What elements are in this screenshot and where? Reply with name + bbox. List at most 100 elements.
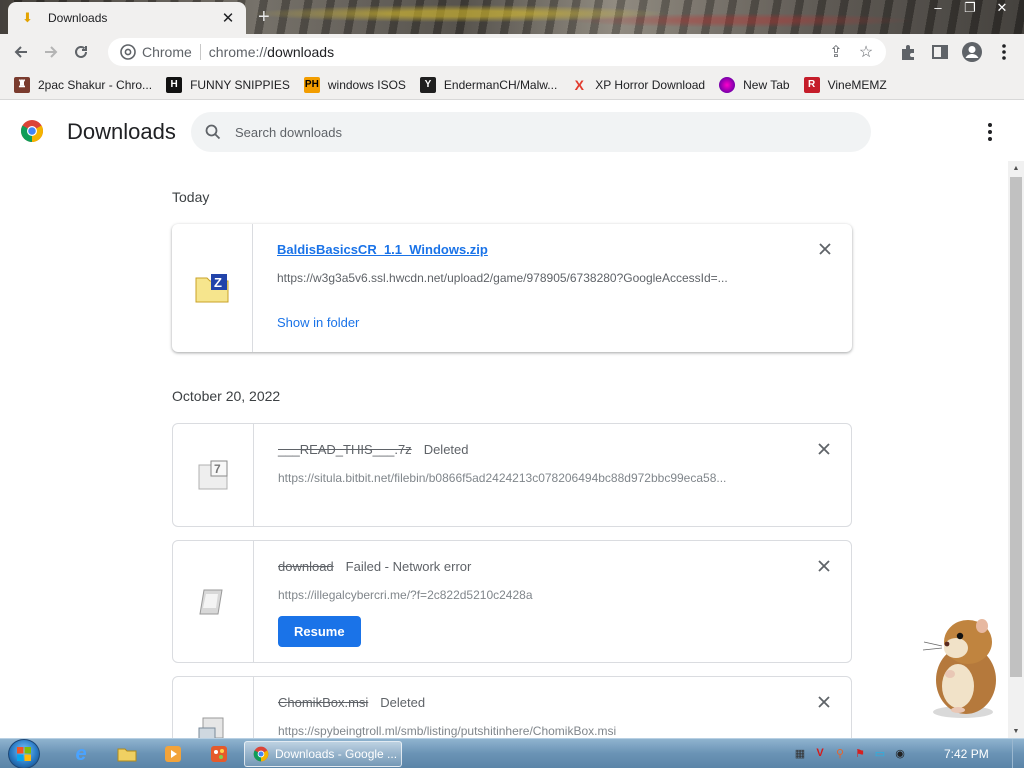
reload-icon [75,45,87,58]
back-button[interactable] [6,37,36,67]
taskbar-window-title: Downloads - Google ... [275,747,398,761]
scroll-down-arrow-icon[interactable]: ▼ [1008,724,1024,738]
download-item: ChomikBox.msi Deleted https://spybeingtr… [172,676,852,738]
download-item: download Failed - Network error https://… [172,540,852,663]
bookmark-label: XP Horror Download [595,77,706,92]
download-icon-cell: 7 [173,424,254,526]
h-favicon-icon: H [166,76,183,93]
generic-file-icon [199,589,223,614]
share-icon[interactable]: ⇪ [826,42,846,62]
download-details: download Failed - Network error https://… [254,541,851,662]
extensions-puzzle-icon[interactable] [896,38,920,66]
window-controls: – ❐ ✕ [922,0,1018,16]
remove-item-close-icon[interactable] [815,440,833,458]
site-chip[interactable]: Chrome [120,44,192,60]
svg-text:7: 7 [214,462,221,476]
bookmark-label: New Tab [743,77,790,92]
download-item: Z BaldisBasicsCR_1.1_Windows.zip https:/… [172,224,852,352]
downloads-list: Today Z BaldisBasicsCR_1.1_Windows.zip h… [0,161,1008,738]
search-tray-icon[interactable]: ⚲ [832,744,848,762]
bookmark-star-icon[interactable]: ☆ [856,42,876,62]
download-icon-cell [173,541,254,662]
bookmark-vinememz[interactable]: R VineMEMZ [803,76,887,93]
ph-favicon-icon: PH [303,76,320,93]
source-url[interactable]: https://situla.bitbit.net/filebin/b0866f… [278,471,778,485]
side-panel-icon[interactable] [928,38,952,66]
close-window-button[interactable]: ✕ [986,0,1018,16]
network-tray-icon[interactable]: ▦ [792,744,808,762]
file-line: BaldisBasicsCR_1.1_Windows.zip [277,242,828,257]
bookmark-label: EndermanCH/Malw... [443,77,558,92]
reload-button[interactable] [66,37,96,67]
chrome-taskbar-icon [253,746,269,762]
chrome-icon [120,44,136,60]
date-header-today: Today [172,189,210,205]
paint-icon[interactable] [202,742,236,766]
x-favicon-icon: X [574,76,584,93]
source-url[interactable]: https://spybeingtroll.ml/smb/listing/put… [278,724,778,738]
profile-avatar-icon[interactable] [960,38,984,66]
taskbar-clock[interactable]: 7:42 PM [944,747,989,761]
volume-tray-icon[interactable]: ◉ [892,744,908,762]
bookmark-endermanch[interactable]: Y EndermanCH/Malw... [419,76,558,93]
source-url[interactable]: https://w3g3a5v6.ssl.hwcdn.net/upload2/g… [277,271,777,285]
page-scrollbar[interactable]: ▲ ▼ [1008,161,1024,738]
hamster-desktop-pet[interactable] [918,612,1008,722]
date-header-oct-20: October 20, 2022 [172,388,281,404]
flag-tray-icon[interactable]: ⚑ [852,744,868,762]
show-in-folder-link[interactable]: Show in folder [277,315,359,330]
scrollbar-thumb[interactable] [1010,177,1022,677]
source-url[interactable]: https://illegalcybercri.me/?f=2c822d5210… [278,588,778,602]
windows-logo-icon [17,747,31,761]
internet-explorer-icon[interactable]: e [64,742,98,766]
remove-item-close-icon[interactable] [816,240,834,258]
address-separator [199,44,201,60]
new-tab-button[interactable]: + [258,6,270,28]
file-name: ___READ_THIS___.7z [278,442,412,457]
search-input[interactable] [235,124,835,140]
tab-downloads[interactable]: ⬇ Downloads ✕ [8,2,246,34]
url-scheme: chrome:// [208,44,268,60]
remove-item-close-icon[interactable] [815,557,833,575]
minimize-button[interactable]: – [922,0,954,16]
more-actions-icon[interactable] [980,121,1000,143]
bookmark-new-tab[interactable]: New Tab [719,76,790,93]
scroll-up-arrow-icon[interactable]: ▲ [1008,161,1024,175]
show-desktop-button[interactable] [1012,739,1024,768]
tab-close-icon[interactable]: ✕ [220,9,236,27]
forward-button[interactable] [36,37,66,67]
new-tab-favicon-icon [719,76,736,93]
address-bar[interactable]: Chrome chrome://downloads ⇪ ☆ [108,38,886,66]
bookmark-xp-horror[interactable]: X XP Horror Download [571,76,706,93]
bookmark-label: 2pac Shakur - Chro... [38,77,153,92]
2pac-favicon-icon: ♜ [14,76,30,93]
chrome-logo-icon [21,120,43,142]
page-title: Downloads [67,119,176,144]
monitor-tray-icon[interactable]: ▭ [872,744,888,762]
file-name-link[interactable]: BaldisBasicsCR_1.1_Windows.zip [277,242,488,257]
antivirus-tray-icon[interactable]: V [812,744,828,762]
remove-item-close-icon[interactable] [815,693,833,711]
url-text: chrome://downloads [209,44,334,60]
installer-icon [198,717,224,738]
resume-button[interactable]: Resume [278,616,361,647]
file-explorer-icon[interactable] [110,742,144,766]
status-text: Failed - Network error [345,559,472,574]
status-text: Deleted [423,442,469,457]
7z-file-icon: 7 [198,460,228,490]
y-favicon-icon: Y [419,76,436,93]
chrome-menu-icon[interactable] [992,38,1016,66]
file-name: ChomikBox.msi [278,695,369,710]
bookmark-label: FUNNY SNIPPIES [190,77,290,92]
bookmark-funny-snippies[interactable]: H FUNNY SNIPPIES [166,76,290,93]
search-downloads-box[interactable] [191,112,871,152]
download-favicon-icon: ⬇ [22,10,33,25]
search-icon [205,124,221,140]
bookmark-windows-isos[interactable]: PH windows ISOS [303,76,406,93]
start-button[interactable] [8,739,40,768]
restore-button[interactable]: ❐ [954,0,986,16]
file-name: download [278,559,334,574]
media-player-icon[interactable] [156,742,190,766]
taskbar-chrome-window[interactable]: Downloads - Google ... [244,741,402,767]
bookmark-2pac[interactable]: ♜ 2pac Shakur - Chro... [14,76,153,93]
